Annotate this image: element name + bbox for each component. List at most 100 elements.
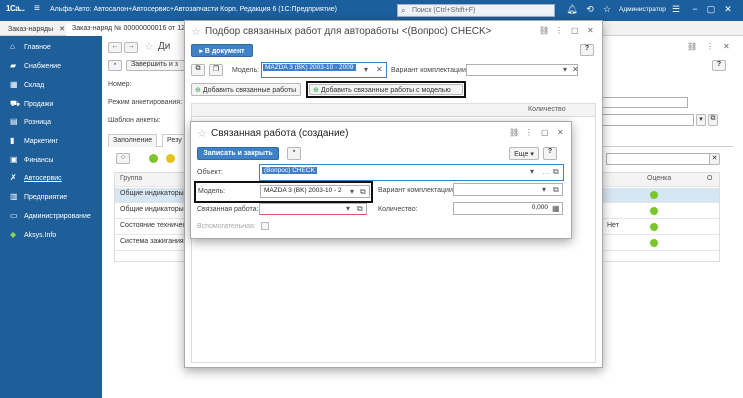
column-group-header[interactable]: Группа: [120, 175, 142, 182]
favorite-star-icon[interactable]: ☆: [191, 25, 201, 38]
sidebar-item-admin[interactable]: ▭ Администрирование: [10, 211, 100, 223]
history-icon[interactable]: ⟲: [584, 4, 596, 15]
maximize-icon[interactable]: ▢: [571, 26, 579, 35]
close-icon[interactable]: ✕: [723, 42, 730, 51]
more-icon[interactable]: ⋮: [706, 42, 714, 51]
select-icon[interactable]: ⧉: [191, 64, 205, 76]
sidebar-item-aksys[interactable]: ◆ Aksys.Info: [10, 230, 100, 242]
settings-icon[interactable]: ☰: [670, 4, 682, 15]
model-field[interactable]: MAZDA 3 (BK) 2003-10 - 2009 ▾ ✕: [261, 62, 387, 78]
open-link-icon[interactable]: ⧉: [360, 187, 366, 197]
sidebar-item-supply[interactable]: ▰ Снабжение: [10, 61, 100, 73]
sidebar-item-sales[interactable]: ⛟ Продажи: [10, 99, 100, 111]
save-icon[interactable]: ▪: [108, 60, 122, 71]
back-button[interactable]: ←: [108, 42, 122, 53]
variant-field[interactable]: ▾ ✕: [466, 64, 578, 76]
global-search-input[interactable]: ⌕ Поиск (Ctrl+Shift+F): [397, 4, 555, 17]
column-score-header[interactable]: Оценка: [647, 175, 671, 182]
model-field[interactable]: MAZDA 3 (BK) 2003-10 - 2 ▾ ⧉: [260, 185, 370, 198]
link-icon[interactable]: ⛓: [539, 26, 549, 35]
menu-icon[interactable]: ≡: [34, 3, 40, 14]
link-icon[interactable]: ⛓: [509, 128, 519, 137]
user-name[interactable]: Администратор: [619, 6, 666, 13]
favorite-star-icon[interactable]: ☆: [144, 40, 154, 53]
link-icon[interactable]: ⛓: [687, 42, 697, 51]
chevron-down-icon[interactable]: ▾: [696, 114, 706, 126]
open-link-icon[interactable]: ⧉: [553, 167, 559, 177]
minimize-icon[interactable]: −: [689, 4, 701, 14]
model-value: MAZDA 3 (BK) 2003-10 - 2: [264, 187, 342, 194]
row-group: Состояние техничес: [120, 222, 187, 229]
close-icon[interactable]: ✕: [59, 26, 65, 33]
close-icon[interactable]: ✕: [722, 4, 734, 15]
add-related-works-with-model-button[interactable]: ⊕ Добавить связанные работы с моделью: [309, 84, 463, 95]
sidebar-item-marketing[interactable]: ▮ Маркетинг: [10, 136, 100, 148]
bell-icon[interactable]: 🔔︎: [566, 4, 578, 15]
open-link-icon[interactable]: ⧉: [708, 114, 718, 126]
clear-icon[interactable]: ✕: [376, 65, 383, 74]
open-link-icon[interactable]: ⧉: [553, 185, 559, 195]
favorite-star-icon[interactable]: ☆: [197, 127, 207, 140]
to-document-button[interactable]: ▸ В документ: [191, 44, 253, 57]
ellipsis-icon[interactable]: …: [542, 167, 550, 176]
picker-grid-header: Количество: [191, 103, 596, 117]
tab-fill[interactable]: Заполнение: [108, 134, 158, 147]
app-logo: 1Са...: [6, 4, 25, 13]
copy-icon[interactable]: ❐: [209, 64, 223, 76]
chevron-down-icon[interactable]: ▾: [364, 65, 368, 74]
yellow-filter-icon[interactable]: [166, 154, 175, 163]
help-button[interactable]: ?: [543, 147, 557, 160]
star-icon[interactable]: ☆: [601, 4, 613, 15]
clear-icon[interactable]: ✕: [572, 65, 577, 74]
sidebar-item-main[interactable]: ⌂ Главное: [10, 42, 100, 54]
maximize-icon[interactable]: ▢: [705, 4, 717, 15]
save-and-close-button[interactable]: Записать и закрыть: [197, 147, 279, 160]
close-icon[interactable]: ✕: [557, 128, 564, 137]
sidebar-item-enterprise[interactable]: ▥ Предприятие: [10, 192, 100, 204]
column-quantity-header[interactable]: Количество: [528, 106, 566, 113]
result-filter-field[interactable]: [606, 153, 718, 165]
close-icon[interactable]: ✕: [587, 26, 594, 35]
forward-button[interactable]: →: [124, 42, 138, 53]
help-button[interactable]: ?: [712, 60, 726, 71]
quantity-field[interactable]: 0,000 ▦: [453, 202, 563, 215]
tab-order-doc[interactable]: Заказ-наряд № 00000000016 от 12...: [66, 23, 197, 36]
more-icon[interactable]: ⋮: [525, 128, 533, 137]
chevron-down-icon[interactable]: ▾: [563, 65, 567, 74]
object-input[interactable]: (Вопрос) CHECK: [262, 167, 528, 178]
save-icon[interactable]: ▪: [287, 147, 301, 160]
related-work-field[interactable]: ▾ ⧉: [259, 203, 367, 215]
variant-label: Вариант комплектации:: [378, 187, 455, 194]
chevron-down-icon[interactable]: ▾: [530, 167, 534, 176]
more-icon[interactable]: ⋮: [555, 26, 563, 35]
sidebar-item-finance[interactable]: ▣ Финансы: [10, 155, 100, 167]
more-button[interactable]: Еще ▾: [509, 147, 539, 160]
open-link-icon[interactable]: ⧉: [357, 204, 363, 214]
chevron-down-icon[interactable]: ▾: [346, 204, 350, 213]
model-input[interactable]: MAZDA 3 (BK) 2003-10 - 2009: [263, 64, 363, 76]
calculator-icon[interactable]: ▦: [552, 204, 560, 213]
green-filter-icon[interactable]: [149, 154, 158, 163]
chevron-down-icon[interactable]: ▾: [350, 187, 354, 196]
sidebar-item-retail[interactable]: ▤ Розница: [10, 117, 100, 129]
template-field[interactable]: [590, 114, 694, 126]
post-close-button[interactable]: Завершить и з: [126, 60, 186, 71]
auxiliary-checkbox[interactable]: [261, 222, 269, 230]
object-field[interactable]: (Вопрос) CHECK ▾ … ⧉: [259, 164, 564, 181]
sidebar-item-autoservice[interactable]: ✗ Автосервис: [10, 173, 100, 185]
tab-orders-label: Заказ-наряды: [8, 26, 54, 33]
add-related-works-button[interactable]: ⊕ Добавить связанные работы: [191, 83, 301, 96]
column-o-header[interactable]: О: [707, 175, 712, 182]
chevron-down-icon[interactable]: ▾: [542, 185, 546, 194]
sidebar-item-label: Aksys.Info: [24, 232, 57, 239]
mode-field[interactable]: [592, 97, 688, 108]
object-value: (Вопрос) CHECK: [262, 167, 317, 174]
clear-icon[interactable]: ✕: [709, 153, 720, 165]
radio-none[interactable]: ○: [116, 153, 130, 164]
tab-orders[interactable]: Заказ-наряды ✕: [2, 23, 71, 36]
maximize-icon[interactable]: ▢: [541, 128, 549, 137]
plus-circle-icon: ⊕: [313, 87, 319, 94]
sidebar-item-warehouse[interactable]: ▦ Склад: [10, 80, 100, 92]
help-button[interactable]: ?: [580, 44, 594, 56]
variant-field[interactable]: ▾ ⧉: [453, 183, 563, 196]
